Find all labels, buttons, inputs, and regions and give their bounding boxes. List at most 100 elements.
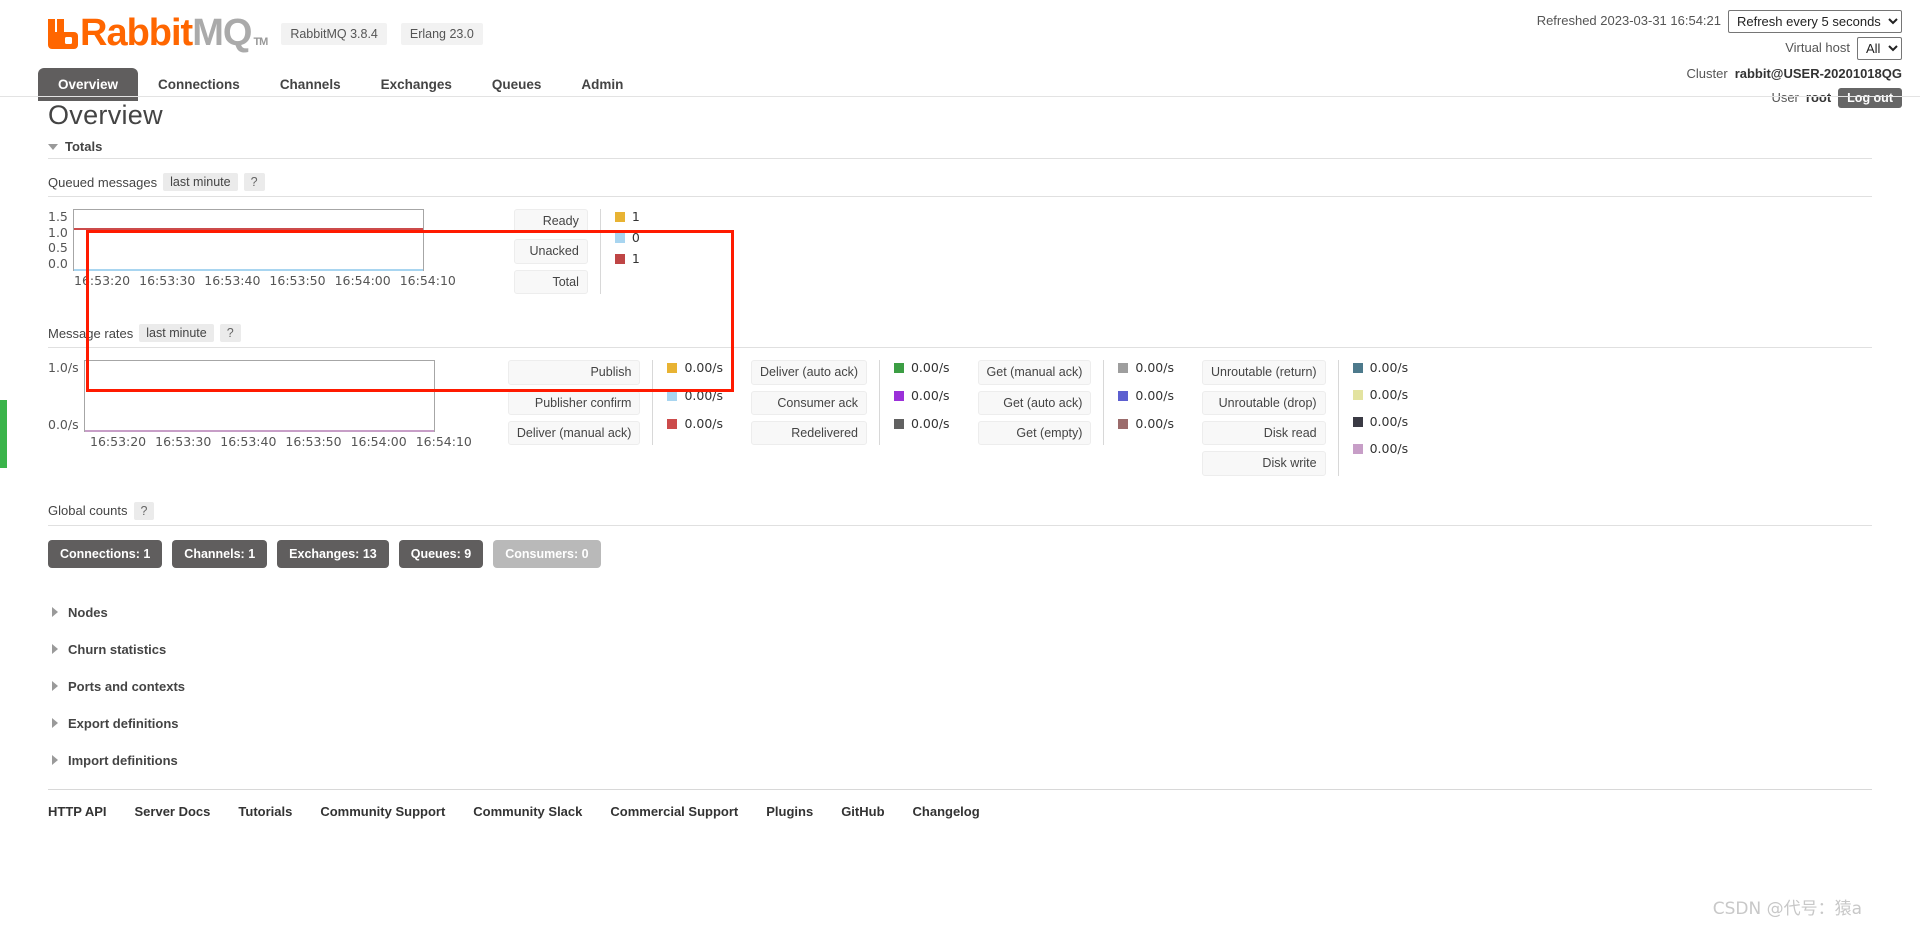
x-tick: 16:53:50 <box>285 434 342 450</box>
legend-value-row: 0.00/s <box>667 388 723 403</box>
refresh-interval-select[interactable]: Refresh every 5 seconds <box>1728 10 1902 33</box>
footer-link-community-slack[interactable]: Community Slack <box>473 804 582 819</box>
y-tick: 0.0/s <box>48 417 79 433</box>
caret-right-icon <box>52 681 58 692</box>
legend-value-row: 0.00/s <box>1118 388 1174 403</box>
legend-value-redelivered: 0.00/s <box>910 416 950 432</box>
legend-item-disk-read[interactable]: Disk read <box>1201 420 1326 446</box>
global-counts-help-icon[interactable]: ? <box>133 501 155 520</box>
legend-item-unroutable-drop[interactable]: Unroutable (drop) <box>1201 390 1326 415</box>
legend-value-row: 0.00/s <box>893 388 950 404</box>
x-tick: 16:54:10 <box>415 434 472 450</box>
legend-item-ready[interactable]: Ready <box>513 209 588 234</box>
section-export-definitions[interactable]: Export definitions <box>52 705 1872 742</box>
x-tick: 16:54:00 <box>350 434 407 450</box>
legend-column: Publish Publisher confirm Deliver (manua… <box>507 360 723 446</box>
section-nodes[interactable]: Nodes <box>52 594 1872 631</box>
legend-value-get-empty: 0.00/s <box>1135 416 1174 432</box>
legend-value-disk-read: 0.00/s <box>1369 414 1409 430</box>
swatch-disk-write-icon <box>1352 443 1363 454</box>
section-label-nodes: Nodes <box>68 604 108 620</box>
count-value-connections: 1 <box>143 546 151 561</box>
message-rates-period[interactable]: last minute <box>139 324 214 343</box>
count-badge-consumers[interactable]: Consumers: 0 <box>493 539 601 568</box>
x-tick: 16:53:40 <box>204 273 261 288</box>
legend-item-consumer-ack[interactable]: Consumer ack <box>751 390 867 415</box>
footer-link-http-api[interactable]: HTTP API <box>48 804 107 819</box>
legend-column: Deliver (auto ack) Consumer ack Redelive… <box>751 360 950 446</box>
queued-messages-y-axis: 1.5 1.0 0.5 0.0 <box>48 209 73 271</box>
legend-value-publish: 0.00/s <box>684 360 724 376</box>
refresh-row: Refreshed 2023-03-31 16:54:21 Refresh ev… <box>1537 10 1902 33</box>
footer-link-tutorials[interactable]: Tutorials <box>238 804 292 819</box>
swatch-consumer-ack-icon <box>893 390 904 401</box>
legend-item-redelivered[interactable]: Redelivered <box>751 420 867 446</box>
queued-messages-period[interactable]: last minute <box>163 173 238 191</box>
footer-link-github[interactable]: GitHub <box>841 804 884 819</box>
legend-item-unroutable-return[interactable]: Unroutable (return) <box>1201 360 1326 385</box>
logo-text-rabbit: Rabbit <box>80 12 193 54</box>
legend-value-get-manual-ack: 0.00/s <box>1135 360 1174 376</box>
legend-item-publisher-confirm[interactable]: Publisher confirm <box>507 390 641 415</box>
swatch-unroutable-drop-icon <box>1352 389 1363 400</box>
legend-value-list: 0.00/s 0.00/s 0.00/s <box>652 360 723 446</box>
caret-right-icon <box>52 644 58 655</box>
section-label-import-definitions: Import definitions <box>68 752 178 768</box>
count-badge-channels[interactable]: Channels: 1 <box>172 539 268 568</box>
legend-item-get-empty[interactable]: Get (empty) <box>977 420 1092 446</box>
cluster-row: Cluster rabbit@USER-20201018QG <box>1537 64 1903 84</box>
section-churn-statistics[interactable]: Churn statistics <box>52 631 1872 668</box>
message-rates-legend-col-2: Deliver (auto ack) Consumer ack Redelive… <box>751 360 950 446</box>
swatch-get-empty-icon <box>1118 418 1129 429</box>
legend-item-unacked[interactable]: Unacked <box>513 239 588 264</box>
legend-item-disk-write[interactable]: Disk write <box>1201 451 1326 476</box>
brand-block: Rabbit MQ TM RabbitMQ 3.8.4 Erlang 23.0 <box>48 14 483 52</box>
erlang-version-pill: Erlang 23.0 <box>400 23 483 45</box>
global-counts-badges: Connections: 1 Channels: 1 Exchanges: 13… <box>48 539 1872 568</box>
footer-link-community-support[interactable]: Community Support <box>320 804 445 819</box>
swatch-unroutable-return-icon <box>1352 362 1363 373</box>
section-ports-and-contexts[interactable]: Ports and contexts <box>52 668 1872 705</box>
legend-value-publisher-confirm: 0.00/s <box>684 388 724 404</box>
legend-item-publish[interactable]: Publish <box>507 360 641 385</box>
count-value-queues: 9 <box>464 546 472 561</box>
section-label-ports-and-contexts: Ports and contexts <box>68 678 186 694</box>
legend-value-consumer-ack: 0.00/s <box>910 388 950 404</box>
caret-right-icon <box>52 718 58 729</box>
rabbitmq-logo[interactable]: Rabbit MQ TM <box>48 12 268 54</box>
series-line-unacked <box>73 269 423 271</box>
count-badge-connections[interactable]: Connections: 1 <box>48 539 163 568</box>
swatch-disk-read-icon <box>1352 416 1363 427</box>
footer-link-plugins[interactable]: Plugins <box>766 804 813 819</box>
x-tick: 16:53:20 <box>90 434 147 450</box>
legend-value-row: 0.00/s <box>667 360 723 375</box>
legend-item-get-manual-ack[interactable]: Get (manual ack) <box>977 360 1092 385</box>
vhost-row: Virtual host All <box>1537 37 1902 60</box>
footer-link-commercial-support[interactable]: Commercial Support <box>610 804 738 819</box>
legend-value-unroutable-drop: 0.00/s <box>1369 387 1409 403</box>
vhost-select[interactable]: All <box>1857 37 1902 60</box>
count-badge-exchanges[interactable]: Exchanges: 13 <box>277 539 389 568</box>
message-rates-x-axis: 16:53:20 16:53:30 16:53:40 16:53:50 16:5… <box>90 434 472 449</box>
legend-item-deliver-manual-ack[interactable]: Deliver (manual ack) <box>507 420 641 446</box>
footer-link-changelog[interactable]: Changelog <box>913 804 980 819</box>
legend-label-list: Deliver (auto ack) Consumer ack Redelive… <box>751 360 867 446</box>
x-tick: 16:54:10 <box>399 273 456 288</box>
legend-value-deliver-auto-ack: 0.00/s <box>910 360 950 376</box>
count-label-queues: Queues: <box>410 546 461 561</box>
legend-item-deliver-auto-ack[interactable]: Deliver (auto ack) <box>751 360 867 385</box>
legend-item-get-auto-ack[interactable]: Get (auto ack) <box>977 390 1092 415</box>
refreshed-timestamp: Refreshed 2023-03-31 16:54:21 <box>1536 13 1721 29</box>
section-import-definitions[interactable]: Import definitions <box>52 742 1872 779</box>
logo-text-mq: MQ <box>192 12 252 54</box>
legend-value-row: 1 <box>614 251 640 266</box>
y-tick: 1.5 <box>48 209 68 224</box>
legend-item-total[interactable]: Total <box>513 269 588 295</box>
queued-messages-help-icon[interactable]: ? <box>243 173 265 191</box>
message-rates-help-icon[interactable]: ? <box>219 324 241 343</box>
queued-messages-plot-area <box>72 209 424 271</box>
totals-section-header[interactable]: Totals <box>48 139 1872 159</box>
count-value-consumers: 0 <box>581 546 589 561</box>
count-badge-queues[interactable]: Queues: 9 <box>398 539 484 568</box>
footer-link-server-docs[interactable]: Server Docs <box>135 804 211 819</box>
